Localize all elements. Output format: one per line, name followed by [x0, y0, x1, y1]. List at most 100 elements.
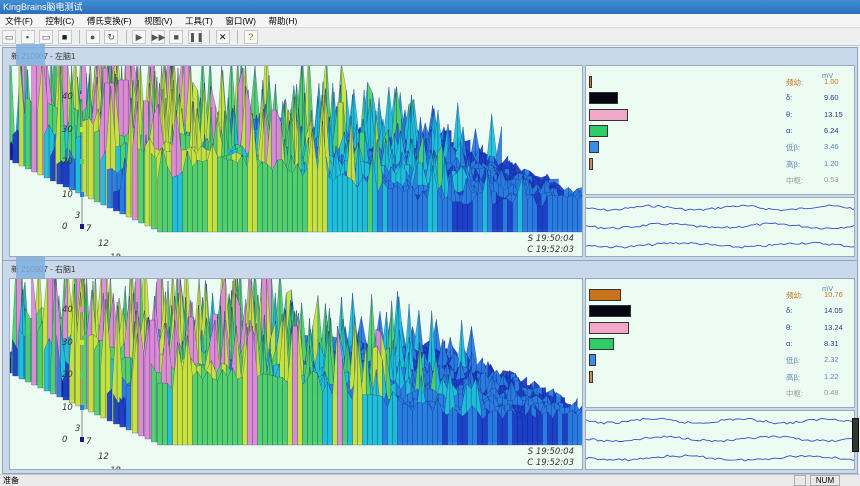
surface-cell	[151, 363, 157, 443]
surface-cell	[452, 201, 458, 233]
band-label: δ:	[786, 306, 793, 316]
help-icon[interactable]: ?	[243, 30, 258, 44]
band-row: 频幼: 10.76	[586, 287, 854, 303]
save-disabled-icon[interactable]: ▪	[20, 30, 35, 44]
surface-cell	[442, 196, 448, 233]
save-icon[interactable]: ■	[57, 30, 72, 44]
z-tick-label: 10	[62, 403, 73, 413]
z-color-chip	[80, 127, 84, 132]
surface-cell	[537, 205, 543, 233]
surface-cell	[138, 148, 144, 224]
surface-cell	[502, 198, 508, 233]
surface-cell	[12, 129, 18, 164]
start-time: S 19:50:04	[527, 234, 574, 244]
surface-cell	[307, 370, 313, 446]
fast-forward-icon[interactable]: ▶▶	[150, 30, 165, 44]
pause-icon[interactable]: ❚❚	[187, 30, 204, 44]
surface-cell	[337, 173, 343, 233]
scroll-handle[interactable]	[852, 418, 859, 452]
surface-cell	[362, 394, 368, 446]
surface-cell	[217, 369, 223, 446]
band-bar	[589, 305, 632, 318]
surface-cell	[207, 371, 213, 446]
surface-cell	[552, 195, 558, 233]
surface-cell	[18, 328, 25, 380]
surface-cell	[402, 403, 408, 446]
surface-cell	[387, 187, 393, 233]
surface-cell	[422, 401, 428, 446]
band-label: 低β:	[786, 143, 800, 153]
band-label: 低β:	[786, 356, 800, 366]
surface-cell	[75, 135, 81, 194]
surface-cell	[37, 320, 43, 389]
surface-cell	[452, 407, 458, 446]
y-tick-label: 3	[75, 424, 80, 434]
surface-cell	[10, 141, 12, 161]
surface-cell	[292, 325, 298, 446]
menu-tools[interactable]: 工具(T)	[180, 14, 218, 28]
surface-cell	[377, 395, 383, 446]
band-label: 中枢:	[786, 175, 804, 185]
surface-cell	[492, 201, 498, 233]
surface-cell	[392, 185, 398, 233]
toolbar: ▭ ▪ ▭ ■ ● ↻ ▶ ▶▶ ■ ❚❚ ✕ ?	[0, 28, 860, 46]
surface-cell	[227, 159, 233, 233]
menu-help[interactable]: 帮助(H)	[264, 14, 303, 28]
band-label: α:	[786, 125, 793, 135]
surface-cell	[287, 169, 293, 233]
menu-window[interactable]: 窗口(W)	[220, 14, 261, 28]
open-disabled-icon[interactable]: ▭	[39, 30, 54, 44]
surface-cell	[292, 163, 298, 233]
pane-title: 新 210907 - 左脑1	[11, 52, 76, 61]
status-indicator-empty	[794, 475, 806, 486]
toolbar-separator	[209, 30, 211, 44]
close-icon[interactable]: ✕	[215, 30, 230, 44]
band-bar	[589, 337, 614, 350]
surface-cell	[151, 152, 157, 230]
open-icon[interactable]: ▭	[2, 30, 16, 44]
y-tick-label: 12	[98, 239, 109, 249]
z-color-chip	[80, 192, 84, 197]
y-tick-label: 12	[98, 452, 109, 462]
pane-title: 新 210907 - 右脑1	[11, 265, 76, 274]
surface-cell	[537, 413, 543, 446]
surface-cell	[222, 156, 228, 233]
menu-view[interactable]: 视图(V)	[139, 14, 177, 28]
surface-cell	[192, 370, 198, 446]
play-icon[interactable]: ▶	[132, 30, 147, 44]
eeg-pane-right[interactable]: 新 210907 - 右脑1 403020100371218 S 19:50:0…	[2, 257, 858, 474]
surface-cell	[88, 334, 94, 413]
band-value: 1.00	[824, 77, 839, 86]
z-tick-label: 0	[62, 435, 67, 445]
menu-file[interactable]: 文件(F)	[0, 14, 38, 28]
stop-icon[interactable]: ■	[169, 30, 184, 44]
band-value: 1.20	[824, 158, 839, 168]
menu-fourier[interactable]: 傅氏变换(F)	[82, 14, 137, 28]
surface-cell	[302, 167, 308, 233]
surface-cell	[192, 159, 198, 233]
band-bar	[589, 124, 608, 137]
surface-rows	[10, 66, 582, 233]
raw-wave-line	[586, 241, 854, 249]
band-value: 8.31	[824, 338, 839, 348]
surface-cell	[572, 409, 578, 446]
surface-cell	[442, 411, 448, 446]
surface-cell	[372, 394, 378, 446]
record-icon[interactable]: ●	[85, 30, 100, 44]
eeg-pane-left[interactable]: 新 210907 - 左脑1 403020100371218 S 19:50:0…	[2, 44, 858, 261]
surface-cell	[237, 376, 243, 446]
surface-cell	[467, 200, 473, 233]
window-title: KingBrains脑电测试	[3, 2, 83, 12]
raw-wave-lines	[586, 417, 854, 462]
band-row: 高β: 1.22	[586, 369, 854, 385]
spectrum-3d-plot: 40 30 20 10 0 3 7 12 18 S 19:50:04 C 19:52:03	[9, 278, 583, 470]
surface-cell	[106, 388, 113, 422]
raw-wave-line	[586, 417, 854, 425]
menu-control[interactable]: 控制(C)	[40, 14, 79, 28]
toolbar-separator	[79, 30, 81, 44]
surface-cell	[267, 374, 273, 446]
raw-wave-line	[586, 435, 854, 443]
refresh-icon[interactable]: ↻	[104, 30, 119, 44]
surface-cell	[457, 201, 463, 233]
z-tick-label: 40	[62, 92, 73, 102]
